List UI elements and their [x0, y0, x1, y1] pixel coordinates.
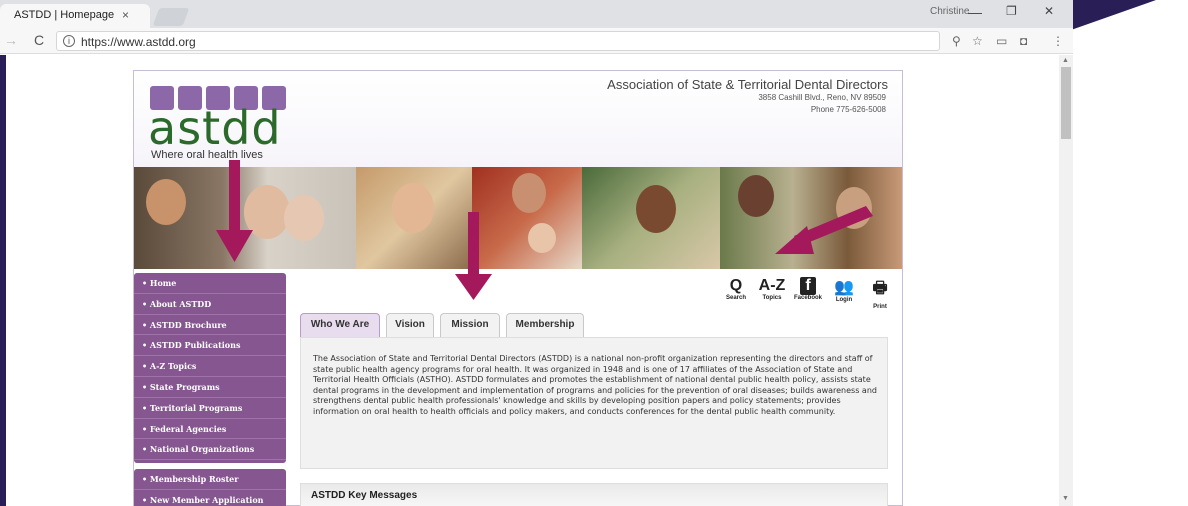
scroll-down-icon[interactable]: ▼ [1062, 495, 1069, 502]
scroll-up-icon[interactable]: ▲ [1062, 57, 1069, 64]
key-messages-title: ASTDD Key Messages [311, 490, 418, 501]
decorative-triangle [1071, 0, 1156, 30]
nav-item-state-programs[interactable]: • State Programs [134, 377, 286, 398]
site-header: astdd Where oral health lives Associatio… [134, 71, 902, 167]
nav-item-territorial-programs[interactable]: • Territorial Programs [134, 398, 286, 419]
extension-icon[interactable]: ◘ [1020, 34, 1027, 48]
search-icon: Q [729, 277, 743, 294]
topics-tool[interactable]: A-Z Topics [754, 277, 790, 301]
minimize-button[interactable]: — [968, 4, 982, 20]
banner-photo-mother-baby [472, 167, 582, 269]
about-paragraph: The Association of State and Territorial… [313, 354, 877, 416]
nav-item-membership-roster[interactable]: • Membership Roster [134, 469, 286, 490]
address-bar-row: → C i https://www.astdd.org ⚲ ☆ ▭ ◘ ⋮ [0, 28, 1073, 54]
scrollbar[interactable]: ▲ ▼ [1059, 55, 1073, 506]
scrollbar-thumb[interactable] [1061, 67, 1071, 139]
login-label: Login [835, 297, 853, 303]
browser-tab[interactable]: ASTDD | Homepage × [0, 4, 150, 28]
address-bar[interactable]: i https://www.astdd.org [56, 31, 940, 51]
bookmark-star-icon[interactable]: ☆ [972, 34, 983, 48]
print-label: Print [873, 304, 887, 310]
tab-vision[interactable]: Vision [386, 313, 434, 337]
nav-item-brochure[interactable]: • ASTDD Brochure [134, 315, 286, 336]
tab-membership[interactable]: Membership [506, 313, 584, 337]
facebook-label: Facebook [793, 295, 822, 301]
left-nav: • Home • About ASTDD • ASTDD Brochure • … [134, 273, 286, 463]
nav-item-federal-agencies[interactable]: • Federal Agencies [134, 419, 286, 440]
tab-close-icon[interactable]: × [122, 4, 129, 26]
az-topics-icon: A-Z [758, 277, 786, 294]
restore-button[interactable]: ❐ [1006, 4, 1017, 18]
banner-photo-grandfather [720, 167, 902, 269]
nav-item-about[interactable]: • About ASTDD [134, 294, 286, 315]
site-info-icon[interactable]: i [63, 35, 75, 47]
tab-mission[interactable]: Mission [440, 313, 500, 337]
print-icon: 🖶 [872, 280, 888, 297]
zoom-icon[interactable]: ⚲ [952, 34, 961, 48]
profile-name[interactable]: Christine [930, 6, 969, 17]
menu-icon[interactable]: ⋮ [1052, 34, 1064, 48]
banner-photo-family [134, 167, 356, 269]
org-phone: Phone 775-626-5008 [810, 105, 886, 114]
nav-item-publications[interactable]: • ASTDD Publications [134, 335, 286, 357]
banner-photo-child [356, 167, 472, 269]
photo-banner [134, 167, 902, 269]
browser-window: ASTDD | Homepage × Christine — ❐ ✕ → C i… [0, 0, 1073, 506]
forward-icon[interactable]: → [4, 32, 18, 48]
left-nav-secondary: • Membership Roster • New Member Applica… [134, 469, 286, 506]
tab-content: The Association of State and Territorial… [300, 337, 888, 469]
org-address: 3858 Cashill Blvd., Reno, NV 89509 [758, 93, 886, 102]
search-label: Search [725, 295, 746, 301]
nav-item-home[interactable]: • Home [134, 273, 286, 294]
topics-label: Topics [762, 295, 782, 301]
login-icon: 👥 [834, 279, 854, 296]
tab-strip: ASTDD | Homepage × Christine — ❐ ✕ [0, 0, 1073, 28]
tab-who-we-are[interactable]: Who We Are [300, 313, 380, 337]
url-text[interactable]: https://www.astdd.org [81, 35, 196, 49]
close-window-button[interactable]: ✕ [1044, 4, 1054, 18]
nav-item-new-member-application[interactable]: • New Member Application [134, 490, 286, 506]
facebook-tool[interactable]: f Facebook [790, 277, 826, 301]
nav-item-az-topics[interactable]: • A-Z Topics [134, 356, 286, 377]
new-tab-button[interactable] [152, 8, 190, 26]
login-tool[interactable]: 👥 Login [826, 277, 862, 303]
org-name: Association of State & Territorial Denta… [607, 77, 888, 92]
site-logo[interactable]: astdd [148, 101, 282, 155]
facebook-icon: f [800, 277, 816, 295]
cast-icon[interactable]: ▭ [996, 34, 1007, 48]
tab-title: ASTDD | Homepage [14, 9, 115, 21]
print-tool[interactable]: 🖶 Print [862, 277, 898, 310]
banner-photo-girl [582, 167, 720, 269]
astdd-site: astdd Where oral health lives Associatio… [133, 70, 903, 506]
nav-item-national-organizations[interactable]: • National Organizations [134, 439, 286, 461]
key-messages-panel: ASTDD Key Messages [300, 483, 888, 506]
search-tool[interactable]: Q Search [718, 277, 754, 301]
slide: ASTDD | Homepage × Christine — ❐ ✕ → C i… [0, 0, 1188, 506]
reload-icon[interactable]: C [34, 32, 44, 48]
site-tagline: Where oral health lives [151, 149, 263, 161]
